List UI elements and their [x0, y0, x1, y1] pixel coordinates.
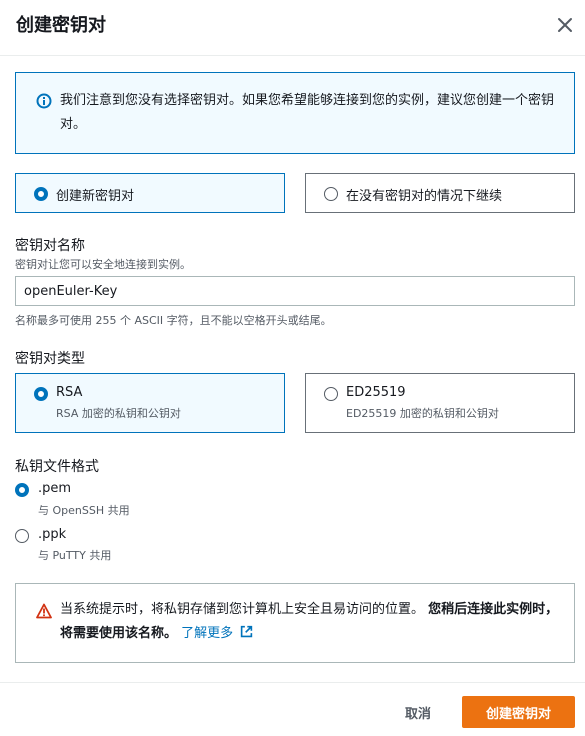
learn-more-label: 了解更多: [181, 626, 234, 641]
close-icon: [558, 18, 572, 32]
warning-text-normal: 当系统提示时，将私钥存储到您计算机上安全且易访问的位置。: [60, 602, 425, 617]
option-label: 在没有密钥对的情况下继续: [346, 189, 503, 204]
dialog-title: 创建密钥对: [16, 15, 106, 36]
key-type-option-ed25519[interactable]: ED25519 ED25519 加密的私钥和公钥对: [305, 373, 575, 433]
info-alert: 我们注意到您没有选择密钥对。如果您希望能够连接到您的实例，建议您创建一个密钥对。: [15, 72, 575, 154]
key-name-label: 密钥对名称: [15, 238, 85, 254]
dialog-footer: 取消 创建密钥对: [0, 682, 585, 736]
warning-icon: [36, 603, 52, 619]
option-label: 创建新密钥对: [56, 189, 135, 204]
pem-description: 与 OpenSSH 共用: [38, 504, 130, 517]
pem-label: .pem: [38, 481, 72, 496]
file-format-label: 私钥文件格式: [15, 459, 99, 475]
radio-button[interactable]: [324, 187, 338, 201]
close-button[interactable]: [552, 12, 578, 38]
key-name-constraint: 名称最多可使用 255 个 ASCII 字符，且不能以空格开头或结尾。: [15, 314, 332, 327]
radio-button-selected[interactable]: [34, 387, 48, 401]
radio-button[interactable]: [324, 387, 338, 401]
dialog-header: 创建密钥对: [0, 0, 585, 56]
key-type-rsa-description: RSA 加密的私钥和公钥对: [56, 407, 181, 420]
ppk-description: 与 PuTTY 共用: [38, 549, 112, 562]
radio-button-selected[interactable]: [15, 483, 29, 497]
create-key-pair-button[interactable]: 创建密钥对: [462, 696, 575, 728]
warning-alert: 当系统提示时，将私钥存储到您计算机上安全且易访问的位置。 您稍后连接此实例时，将…: [15, 583, 575, 663]
key-type-rsa-label: RSA: [56, 385, 83, 400]
radio-button-selected[interactable]: [34, 187, 48, 201]
external-link-icon: [241, 625, 253, 638]
key-name-input[interactable]: [15, 276, 575, 306]
learn-more-link[interactable]: 了解更多: [181, 625, 253, 641]
key-type-option-rsa[interactable]: RSA RSA 加密的私钥和公钥对: [15, 373, 285, 433]
option-continue-without-key-pair[interactable]: 在没有密钥对的情况下继续: [305, 173, 575, 213]
warning-alert-text: 当系统提示时，将私钥存储到您计算机上安全且易访问的位置。 您稍后连接此实例时，将…: [60, 598, 565, 646]
key-name-description: 密钥对让您可以安全地连接到实例。: [15, 258, 191, 271]
cancel-button[interactable]: 取消: [392, 697, 444, 727]
info-icon: [36, 93, 52, 109]
key-type-label: 密钥对类型: [15, 351, 85, 367]
key-type-ed25519-description: ED25519 加密的私钥和公钥对: [346, 407, 499, 420]
info-alert-text: 我们注意到您没有选择密钥对。如果您希望能够连接到您的实例，建议您创建一个密钥对。: [60, 93, 555, 132]
radio-button[interactable]: [15, 529, 29, 543]
ppk-label: .ppk: [38, 527, 67, 542]
key-type-ed25519-label: ED25519: [346, 385, 406, 400]
option-create-new-key-pair[interactable]: 创建新密钥对: [15, 173, 285, 213]
